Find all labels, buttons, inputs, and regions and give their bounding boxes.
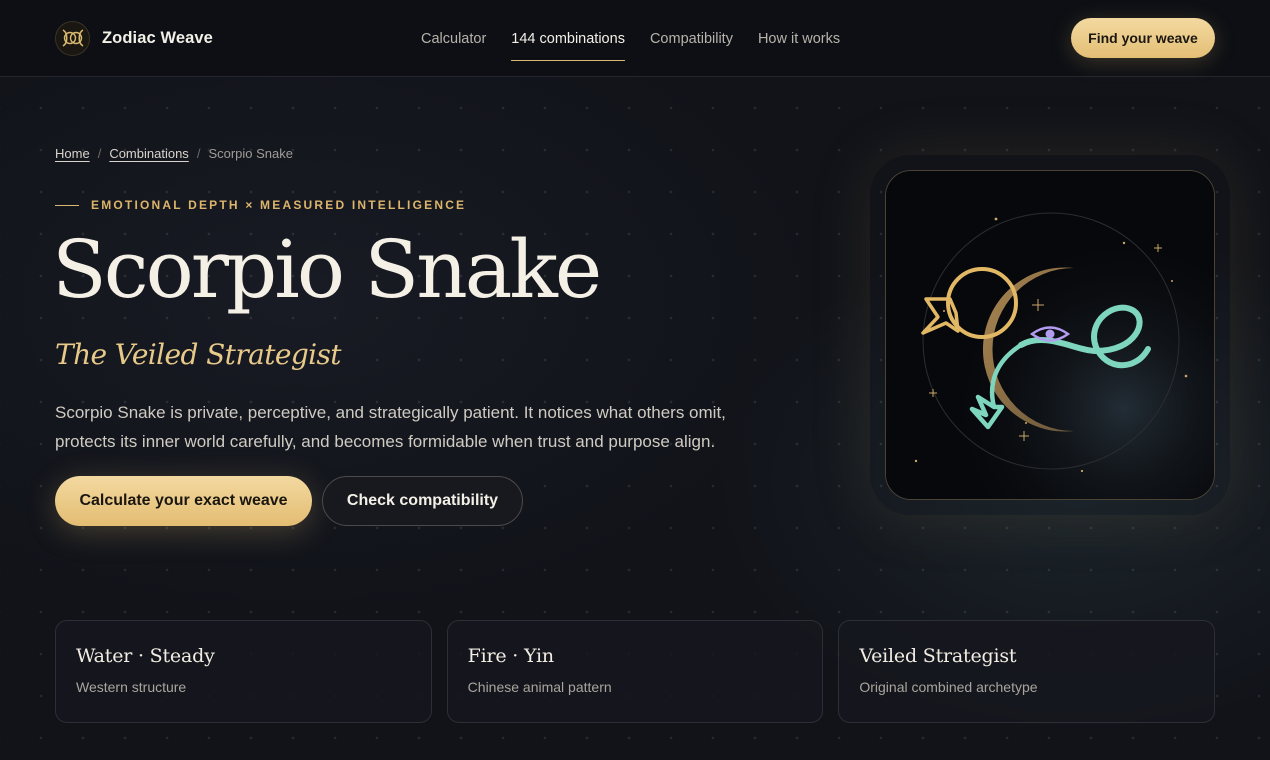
main-nav: Calculator 144 combinations Compatibilit… — [421, 0, 840, 77]
archetype-subtitle: The Veiled Strategist — [55, 338, 342, 371]
card-subtitle: Chinese animal pattern — [467, 679, 612, 695]
trait-card-archetype: Veiled Strategist Original combined arch… — [838, 620, 1216, 723]
hero-eyebrow: EMOTIONAL DEPTH × MEASURED INTELLIGENCE — [55, 198, 466, 212]
card-title: Water · Steady — [76, 645, 215, 667]
nav-calculator[interactable]: Calculator — [421, 0, 486, 77]
card-title: Fire · Yin — [467, 645, 554, 667]
brand-name: Zodiac Weave — [102, 28, 213, 47]
hero-art-card — [885, 170, 1215, 500]
top-navigation-bar: Zodiac Weave Calculator 144 combinations… — [0, 0, 1270, 77]
calculate-weave-button[interactable]: Calculate your exact weave — [55, 476, 312, 526]
trait-card-chinese: Fire · Yin Chinese animal pattern — [446, 620, 824, 723]
find-your-weave-button[interactable]: Find your weave — [1071, 18, 1215, 58]
trait-cards: Water · Steady Western structure Fire · … — [55, 620, 1216, 723]
breadcrumb-combinations-link[interactable]: Combinations — [109, 146, 189, 161]
card-title: Veiled Strategist — [859, 645, 1017, 667]
nav-compatibility[interactable]: Compatibility — [650, 0, 733, 77]
trait-card-western: Water · Steady Western structure — [55, 620, 432, 723]
breadcrumb-separator: / — [196, 146, 201, 161]
nav-how-it-works[interactable]: How it works — [758, 0, 840, 77]
breadcrumb-current: Scorpio Snake — [208, 146, 293, 161]
card-subtitle: Western structure — [76, 679, 187, 695]
nav-144-combinations[interactable]: 144 combinations — [511, 0, 625, 77]
page-title: Scorpio Snake — [52, 223, 602, 316]
check-compatibility-button[interactable]: Check compatibility — [322, 476, 523, 526]
breadcrumb-home-link[interactable]: Home — [55, 146, 90, 161]
scorpio-snake-emblem-icon — [886, 171, 1214, 499]
hero-description: Scorpio Snake is private, perceptive, an… — [55, 403, 726, 451]
brand-logo-link[interactable]: Zodiac Weave — [55, 20, 213, 56]
card-subtitle: Original combined archetype — [859, 679, 1038, 695]
eyebrow-text: EMOTIONAL DEPTH × MEASURED INTELLIGENCE — [91, 198, 467, 212]
eyebrow-rule — [55, 204, 79, 206]
twin-crescent-icon — [55, 20, 90, 56]
breadcrumb: Home / Combinations / Scorpio Snake — [55, 146, 293, 161]
breadcrumb-separator: / — [97, 146, 102, 161]
